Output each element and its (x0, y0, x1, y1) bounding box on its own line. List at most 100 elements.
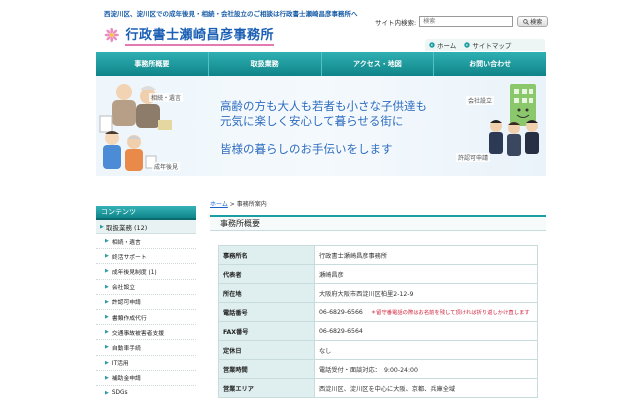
sidebar-item-label: 終活サポート (111, 254, 147, 261)
phone-note: ＊留守番電話の際はお名前を残して頂ければ折り返しかけ直します (370, 310, 530, 316)
sidebar-item-label: SDGs (111, 389, 128, 396)
arrow-icon: ▶ (105, 389, 109, 396)
sidebar-item-sdgs[interactable]: ▶ SDGs (96, 386, 196, 400)
table-row: 営業時間 電話受付・面談対応： 9:00-24:00 (218, 359, 538, 379)
breadcrumb: ホーム > 事務所案内 (210, 199, 267, 208)
arrow-icon: ▶ (105, 314, 109, 321)
hero-tag-company: 会社設立 (466, 96, 495, 105)
hero-tag-permits: 許認可申請 (456, 153, 491, 162)
nav-services[interactable]: 取扱業務 (209, 52, 322, 76)
sidebar-item-it[interactable]: ▶ IT活用 (96, 356, 196, 371)
table-row: 所在地 大阪府大阪市西淀川区柏里2-12-9 (218, 283, 538, 303)
section-title: 事務所概要 (210, 215, 546, 231)
search-icon (523, 18, 530, 25)
row-value-cell: 06-6829-6566 ＊留守番電話の際はお名前を残して頂ければ折り返しかけ直し… (314, 302, 538, 322)
sidebar: コンテンツ ▶ 取扱業務 (12) ▶ 相続・遺言 ▶ 終活サポート ▶ 成年後見制度… (96, 206, 196, 400)
sidebar-item-label: 成年後見制度 (1) (111, 269, 157, 276)
row-value: 西淀川区、淀川区を中心に大阪、京都、兵庫全域 (314, 378, 538, 398)
hero-tag-guardianship: 成年後見 (152, 162, 181, 171)
table-row: 事務所名 行政書士瀬崎昌彦事務所 (218, 245, 538, 265)
sidebar-category-label: 取扱業務 (12) (105, 223, 148, 232)
row-label: 代表者 (218, 264, 315, 284)
nav-access-map[interactable]: アクセス・地図 (322, 52, 435, 76)
sidebar-item-end-of-life[interactable]: ▶ 終活サポート (96, 249, 196, 265)
table-row: 営業エリア 西淀川区、淀川区を中心に大阪、京都、兵庫全域 (218, 378, 538, 398)
main-content: 事務所概要 事務所名 行政書士瀬崎昌彦事務所 代表者 瀬崎昌彦 所在地 大阪府大… (210, 215, 546, 398)
sidebar-heading: コンテンツ (96, 206, 196, 220)
row-label: 営業エリア (218, 378, 315, 398)
row-label: 営業時間 (218, 359, 315, 379)
sidebar-item-documents[interactable]: ▶ 書類作成代行 (96, 310, 196, 326)
search-input[interactable] (419, 16, 514, 27)
hero-line-3: 皆様の暮らしのお手伝いをします (220, 142, 393, 156)
sidebar-item-label: 交通事故被害者支援 (111, 330, 165, 337)
nav-contact[interactable]: お問い合わせ (434, 52, 546, 76)
row-value: 06-6829-6564 (314, 321, 538, 341)
sidebar-item-label: 補助金申請 (111, 376, 141, 383)
table-row: FAX番号 06-6829-6564 (218, 321, 538, 341)
arrow-icon: ▶ (105, 283, 109, 290)
search-button[interactable]: 検索 (517, 16, 549, 27)
nav-office-overview[interactable]: 事務所概要 (96, 52, 209, 76)
sidebar-item-permits[interactable]: ▶ 許認可申請 (96, 295, 196, 310)
hero-tag-inheritance: 相続・遺言 (149, 93, 184, 102)
table-row: 電話番号 06-6829-6566 ＊留守番電話の際はお名前を残して頂ければ折り返… (218, 302, 538, 322)
sidebar-item-label: 会社設立 (111, 285, 136, 292)
sidebar-item-label: 書類作成代行 (111, 315, 147, 322)
search-label: サイト内検索: (375, 18, 417, 27)
arrow-icon: ▶ (105, 374, 109, 381)
row-value: 電話受付・面談対応： 9:00-24:00 (314, 359, 538, 379)
arrow-icon: ▶ (105, 268, 109, 275)
sidebar-item-company[interactable]: ▶ 会社設立 (96, 280, 196, 295)
sidebar-item-subsidy[interactable]: ▶ 補助金申請 (96, 371, 196, 386)
flower-logo-icon (104, 27, 119, 43)
breadcrumb-current: 事務所案内 (236, 201, 267, 208)
sidebar-item-traffic[interactable]: ▶ 交通事故被害者支援 (96, 325, 196, 341)
home-link[interactable]: ホーム (429, 40, 456, 50)
arrow-icon: ▶ (105, 253, 109, 260)
main-nav: 事務所概要 取扱業務 アクセス・地図 お問い合わせ (96, 52, 546, 76)
arrow-icon: ▶ (100, 223, 104, 230)
arrow-icon: ▶ (105, 298, 109, 305)
row-value: 瀬崎昌彦 (314, 264, 538, 284)
hero-line-1: 高齢の方も大人も若者も小さな子供達も (220, 99, 427, 113)
sitemap-link[interactable]: サイトマップ (464, 40, 511, 50)
site-tagline: 西淀川区、淀川区での成年後見・相続・会社設立のご相談は行政書士瀬崎昌彦事務所へ (104, 10, 358, 18)
row-value: 大阪府大阪市西淀川区柏里2-12-9 (314, 283, 538, 303)
site-search: サイト内検索: 検索 (375, 16, 549, 27)
row-label: FAX番号 (218, 321, 315, 341)
row-label: 電話番号 (218, 302, 315, 322)
arrow-icon: ▶ (105, 238, 109, 245)
sidebar-item-label: 相続・遺言 (111, 239, 141, 246)
row-label: 所在地 (218, 283, 315, 303)
hero-line-2: 元気に楽しく安心して暮らせる街に (220, 114, 404, 128)
row-label: 定休日 (218, 340, 315, 360)
sitemap-icon (464, 42, 471, 48)
table-row: 代表者 瀬崎昌彦 (218, 264, 538, 284)
logo-text: 行政書士瀬崎昌彦事務所 (125, 24, 274, 46)
sidebar-item-label: IT活用 (111, 361, 129, 368)
office-info-table: 事務所名 行政書士瀬崎昌彦事務所 代表者 瀬崎昌彦 所在地 大阪府大阪市西淀川区… (218, 245, 538, 398)
site-logo[interactable]: 行政書士瀬崎昌彦事務所 (104, 22, 274, 48)
sidebar-item-label: 自動車手続 (111, 345, 141, 352)
sidebar-item-label: 許認可申請 (111, 300, 141, 307)
sidebar-item-inheritance[interactable]: ▶ 相続・遺言 (96, 234, 196, 250)
row-label: 事務所名 (218, 245, 315, 265)
breadcrumb-home[interactable]: ホーム (210, 201, 228, 208)
sidebar-category[interactable]: ▶ 取扱業務 (12) (96, 220, 196, 234)
sidebar-item-guardianship[interactable]: ▶ 成年後見制度 (1) (96, 264, 196, 280)
arrow-icon: ▶ (105, 359, 109, 366)
hero-banner: 相続・遺言 成年後見 会社設立 許認可申請 高齢の方も大人も若者も小さな子供達も… (96, 76, 546, 176)
home-icon (429, 42, 435, 48)
sitemap-link-label: サイトマップ (472, 42, 512, 50)
table-row: 定休日 なし (218, 340, 538, 360)
utility-links: ホーム サイトマップ (425, 39, 545, 51)
breadcrumb-separator: > (229, 201, 235, 208)
row-value: なし (314, 340, 538, 360)
sidebar-item-vehicle[interactable]: ▶ 自動車手続 (96, 340, 196, 356)
home-link-label: ホーム (437, 42, 457, 50)
arrow-icon: ▶ (105, 344, 109, 351)
row-value: 06-6829-6566 (319, 309, 363, 316)
row-value: 行政書士瀬崎昌彦事務所 (314, 245, 538, 265)
arrow-icon: ▶ (105, 329, 109, 336)
